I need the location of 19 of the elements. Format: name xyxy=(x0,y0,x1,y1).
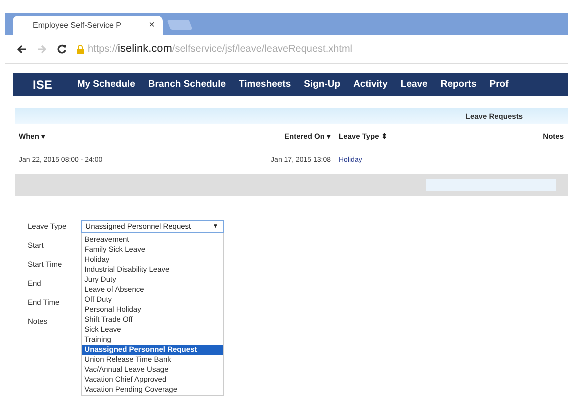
nav-link[interactable]: Activity xyxy=(354,79,388,90)
lock-icon xyxy=(77,44,84,54)
tab-title: Employee Self-Service P xyxy=(33,21,122,30)
nav-link[interactable]: Timesheets xyxy=(239,79,292,90)
back-icon[interactable] xyxy=(17,44,27,54)
reload-icon[interactable] xyxy=(57,44,67,54)
logo[interactable]: ISE xyxy=(33,78,52,92)
nav-link[interactable]: Prof xyxy=(490,79,509,90)
pager-button[interactable] xyxy=(426,179,556,191)
forward-icon[interactable] xyxy=(37,44,47,54)
nav-link[interactable]: My Schedule xyxy=(77,79,136,90)
new-tab-button[interactable] xyxy=(167,20,193,30)
nav-link[interactable]: Reports xyxy=(440,79,477,90)
nav-link[interactable]: Sign-Up xyxy=(304,79,341,90)
nav-link[interactable]: Leave xyxy=(400,79,428,90)
browser-tab[interactable]: Employee Self-Service P × xyxy=(13,16,163,35)
url-field[interactable]: https://iselink.com/selfservice/jsf/leave/leaveRequest.xhtml xyxy=(77,43,352,55)
nav-link[interactable]: Branch Schedule xyxy=(148,79,226,90)
close-icon[interactable]: × xyxy=(149,20,155,31)
